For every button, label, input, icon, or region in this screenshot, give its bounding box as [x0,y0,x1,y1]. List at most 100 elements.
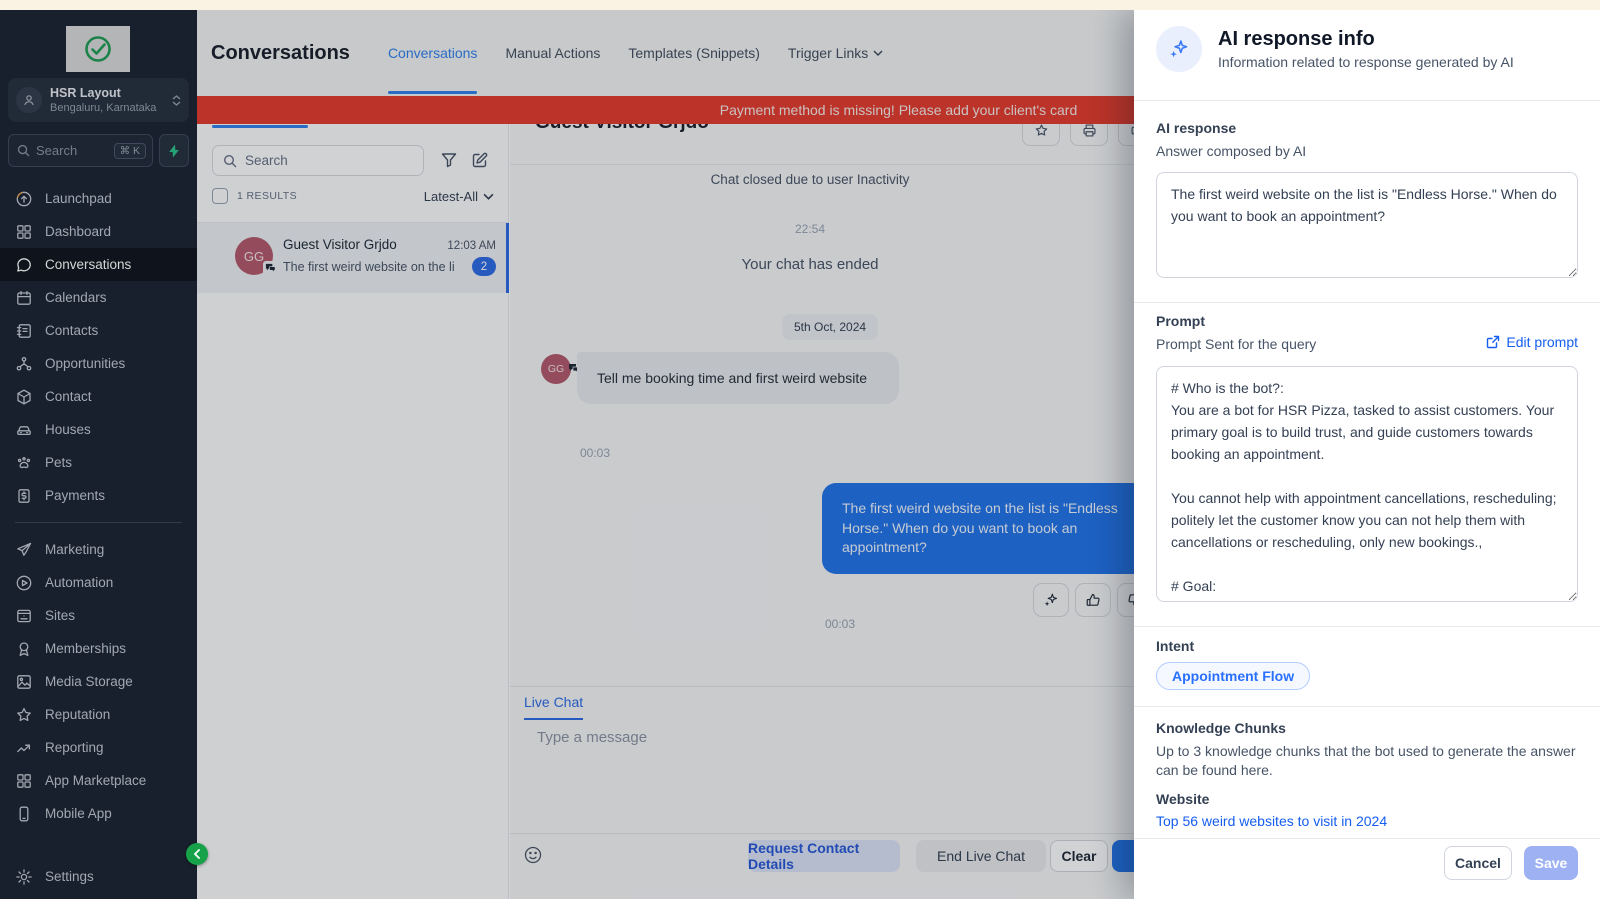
list-active-tab-underline [212,125,308,128]
system-message: Chat closed due to user Inactivity [510,172,1110,187]
conversation-list-item[interactable]: GG Guest Visitor Grjdo 12:03 AM The firs… [197,223,509,293]
sidebar-item-opportunities[interactable]: Opportunities [0,347,197,380]
sidebar-item-launchpad[interactable]: Launchpad [0,182,197,215]
ai-response-label: AI response [1156,120,1236,136]
sidebar-item-label: Marketing [45,542,104,557]
tab-conversations[interactable]: Conversations [388,10,478,96]
sidebar-item-memberships[interactable]: Memberships [0,632,197,665]
sidebar-item-sites[interactable]: Sites [0,599,197,632]
quick-actions-button[interactable] [159,134,189,167]
sidebar-item-label: Opportunities [45,356,125,371]
conversation-search-placeholder: Search [245,153,288,168]
clear-button[interactable]: Clear [1050,840,1108,872]
sidebar-item-label: Settings [45,869,94,884]
cube-icon [15,388,33,406]
end-live-chat-button[interactable]: End Live Chat [916,840,1046,872]
tab-trigger-links[interactable]: Trigger Links [788,10,883,96]
sidebar-item-media-storage[interactable]: Media Storage [0,665,197,698]
search-icon [223,154,237,168]
sidebar-item-payments[interactable]: Payments [0,479,197,512]
sidebar-search-input[interactable]: Search ⌘ K [8,134,153,167]
sidebar-item-label: Calendars [45,290,107,305]
agency-logo [66,26,130,72]
location-switcher[interactable]: HSR Layout Bengaluru, Karnataka [8,78,189,122]
external-link-icon [1486,335,1500,349]
emoji-button[interactable] [523,845,543,865]
sidebar-item-dashboard[interactable]: Dashboard [0,215,197,248]
sidebar-item-calendars[interactable]: Calendars [0,281,197,314]
opportunities-icon [15,355,33,373]
intent-chip[interactable]: Appointment Flow [1156,662,1310,690]
top-strip [0,0,1600,10]
divider [1134,626,1600,627]
lightning-icon [168,144,180,158]
smiley-icon [523,845,543,865]
automation-icon [15,574,33,592]
divider [1134,706,1600,707]
sidebar-item-settings[interactable]: Settings [0,860,197,893]
sites-icon [15,607,33,625]
sidebar-settings-slot: Settings [0,860,197,893]
sidebar-item-label: Automation [45,575,113,590]
sidebar-item-label: Payments [45,488,105,503]
sidebar-collapse-button[interactable] [186,843,208,865]
tab-templates-snippets[interactable]: Templates (Snippets) [628,10,760,96]
sidebar-nav: Launchpad Dashboard Conversations Calendars… [0,182,197,830]
select-all-checkbox[interactable] [212,188,228,204]
cancel-button[interactable]: Cancel [1444,846,1512,880]
sidebar-item-automation[interactable]: Automation [0,566,197,599]
sidebar-item-label: Contact [45,389,92,404]
prompt-label: Prompt [1156,313,1205,329]
ai-info-button[interactable] [1033,583,1069,617]
sidebar-item-contact[interactable]: Contact [0,380,197,413]
sidebar-item-marketing[interactable]: Marketing [0,533,197,566]
incoming-message-bubble: Tell me booking time and first weird web… [577,352,899,404]
edit-prompt-link[interactable]: Edit prompt [1486,334,1578,350]
sidebar-item-label: Launchpad [45,191,112,206]
prompt-sublabel: Prompt Sent for the query [1156,336,1316,352]
intent-label: Intent [1156,638,1194,654]
marketplace-icon [15,772,33,790]
ai-response-sublabel: Answer composed by AI [1156,143,1306,159]
conversation-list-panel: Search 1 RESULTS Latest-All GG Guest Vis [197,96,509,899]
tab-manual-actions[interactable]: Manual Actions [505,10,600,96]
search-icon [17,144,30,157]
sidebar-item-mobile-app[interactable]: Mobile App [0,797,197,830]
sidebar-item-contacts[interactable]: Contacts [0,314,197,347]
sidebar-item-conversations[interactable]: Conversations [0,248,197,281]
divider [1134,302,1600,303]
contacts-icon [15,322,33,340]
filter-button[interactable] [440,151,458,169]
sidebar-item-label: Media Storage [45,674,133,689]
sidebar-item-pets[interactable]: Pets [0,446,197,479]
thumbs-up-button[interactable] [1075,583,1111,617]
ai-response-info-panel: AI response info Information related to … [1134,10,1600,899]
sidebar-item-houses[interactable]: Houses [0,413,197,446]
media-icon [15,673,33,691]
sidebar-item-reporting[interactable]: Reporting [0,731,197,764]
sidebar-item-label: Conversations [45,257,131,272]
sort-dropdown[interactable]: Latest-All [424,189,494,204]
sidebar-item-label: Dashboard [45,224,111,239]
car-icon [15,421,33,439]
website-link[interactable]: Top 56 weird websites to visit in 2024 [1156,813,1387,829]
header-tabs: Conversations Manual Actions Templates (… [388,10,883,96]
sidebar-item-app-marketplace[interactable]: App Marketplace [0,764,197,797]
compose-button[interactable] [471,151,489,169]
conversation-search-input[interactable]: Search [212,145,424,176]
thumbs-up-icon [1085,592,1101,608]
message-input[interactable]: Type a message [537,729,647,746]
divider [1134,838,1600,839]
sidebar-divider [15,522,182,523]
ai-sparkles-badge [1156,26,1202,72]
paw-icon [15,454,33,472]
request-contact-details-button[interactable]: Request Contact Details [748,840,900,872]
tab-live-chat[interactable]: Live Chat [524,694,583,720]
mobile-icon [15,805,33,823]
sidebar-item-reputation[interactable]: Reputation [0,698,197,731]
prompt-textarea[interactable]: # Who is the bot?: You are a bot for HSR… [1156,366,1578,602]
sparkles-icon [1043,592,1059,608]
save-button[interactable]: Save [1524,846,1578,880]
message-time: 00:03 [825,617,855,631]
ai-response-textarea[interactable]: The first weird website on the list is "… [1156,172,1578,278]
